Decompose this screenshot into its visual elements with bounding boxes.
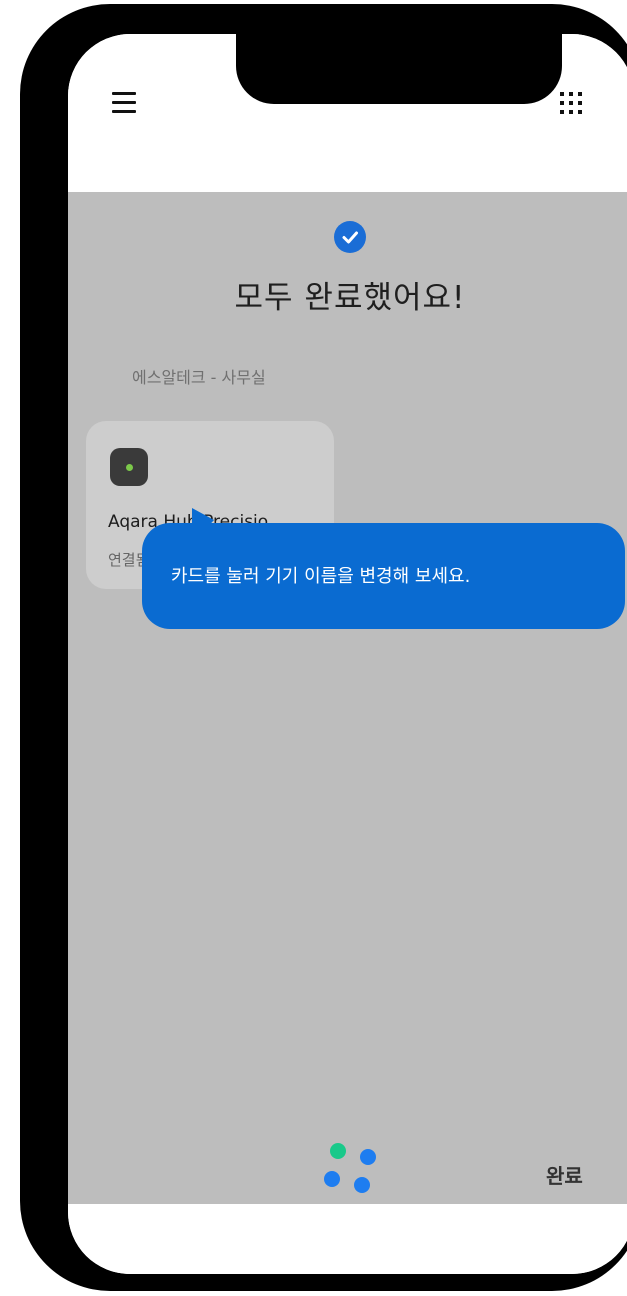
loading-dots-logo (322, 1139, 380, 1197)
bottom-bar (68, 1204, 627, 1274)
check-circle-icon (334, 221, 366, 253)
rename-hint-tooltip[interactable]: 카드를 눌러 기기 이름을 변경해 보세요. (142, 523, 625, 629)
location-label: 에스알테크 - 사무실 (132, 368, 266, 387)
logo-dot (354, 1177, 370, 1193)
done-button[interactable]: 완료 (546, 1160, 583, 1189)
hub-device-icon (110, 448, 148, 486)
camera-notch (236, 34, 562, 104)
phone-frame: 모두 완료했어요! 에스알테크 - 사무실 Aqara Hub Precisio… (20, 4, 627, 1291)
dimmed-overlay[interactable]: 모두 완료했어요! 에스알테크 - 사무실 Aqara Hub Precisio… (68, 192, 627, 1204)
hamburger-menu-icon[interactable] (112, 92, 138, 114)
app-screen: 모두 완료했어요! 에스알테크 - 사무실 Aqara Hub Precisio… (68, 34, 627, 1274)
page-title: 모두 완료했어요! (234, 280, 466, 316)
logo-dot (324, 1171, 340, 1187)
grid-apps-icon[interactable] (560, 92, 590, 122)
logo-dot (330, 1143, 346, 1159)
tooltip-text: 카드를 눌러 기기 이름을 변경해 보세요. (171, 566, 471, 587)
logo-dot (360, 1149, 376, 1165)
check-mark-icon (342, 231, 358, 244)
